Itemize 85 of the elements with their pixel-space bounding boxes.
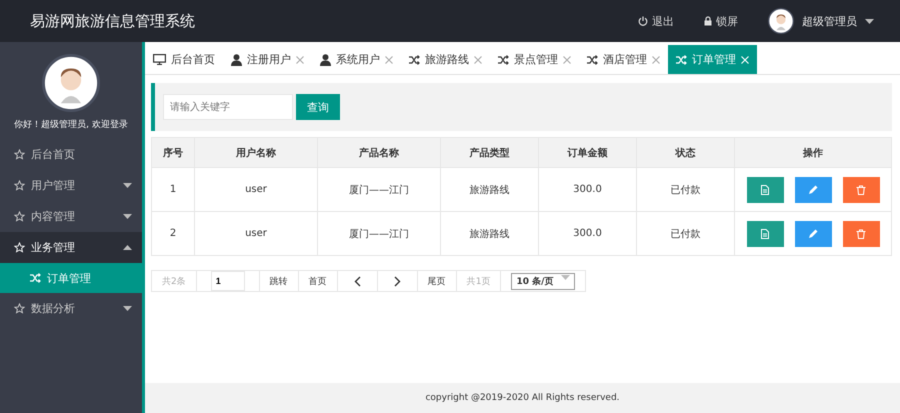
- star-icon: [14, 303, 25, 314]
- close-icon[interactable]: [296, 56, 304, 64]
- page-size-select[interactable]: 10 条/页: [511, 272, 576, 290]
- sidebar-item[interactable]: 业务管理: [0, 232, 142, 263]
- go-button[interactable]: 跳转: [258, 271, 299, 291]
- close-icon[interactable]: [385, 56, 393, 64]
- tab[interactable]: 订单管理: [668, 45, 757, 74]
- logout-link[interactable]: 退出: [638, 14, 674, 28]
- table-cell: 300.0: [538, 168, 636, 212]
- view-button[interactable]: [746, 176, 784, 202]
- chevron-left-icon: [354, 276, 361, 286]
- column-header: 订单金额: [538, 138, 636, 168]
- trash-icon: [856, 184, 866, 194]
- edit-button[interactable]: [794, 176, 832, 202]
- trash-icon: [856, 228, 866, 238]
- shuffle-icon: [409, 54, 420, 64]
- shuffle-icon: [676, 54, 687, 64]
- document-icon: [761, 184, 769, 194]
- power-icon: [638, 16, 648, 26]
- caret-icon: [123, 214, 132, 219]
- table-cell: 厦门——江门: [318, 212, 440, 256]
- tab[interactable]: 系统用户: [312, 45, 401, 74]
- table-cell: 已付款: [636, 168, 734, 212]
- column-header: 产品类型: [440, 138, 538, 168]
- column-header: 序号: [152, 138, 194, 168]
- table-cell: user: [194, 168, 318, 212]
- monitor-icon: [153, 54, 166, 65]
- table-cell: 2: [152, 212, 194, 256]
- table-cell: 旅游路线: [440, 212, 538, 256]
- column-header: 用户名称: [194, 138, 318, 168]
- close-icon[interactable]: [652, 56, 660, 64]
- tab[interactable]: 注册用户: [223, 45, 312, 74]
- sidebar-item[interactable]: 内容管理: [0, 201, 142, 232]
- edit-button[interactable]: [794, 220, 832, 246]
- search-button[interactable]: 查询: [296, 94, 340, 120]
- sidebar-item[interactable]: 后台首页: [0, 139, 142, 170]
- star-icon: [14, 149, 25, 160]
- column-header: 操作: [734, 138, 892, 168]
- document-icon: [761, 228, 769, 238]
- view-button[interactable]: [746, 220, 784, 246]
- table-cell: 厦门——江门: [318, 168, 440, 212]
- app-title: 易游网旅游信息管理系统: [30, 12, 196, 30]
- pencil-icon: [808, 228, 818, 238]
- sidebar-item[interactable]: 用户管理: [0, 170, 142, 201]
- table-cell: 已付款: [636, 212, 734, 256]
- star-icon: [14, 180, 25, 191]
- shuffle-icon: [587, 54, 598, 64]
- table-cell: user: [194, 212, 318, 256]
- user-icon: [320, 54, 331, 66]
- pencil-icon: [808, 184, 818, 194]
- user-menu[interactable]: 超级管理员: [802, 14, 857, 28]
- caret-icon: [123, 183, 132, 188]
- avatar-icon: [42, 54, 100, 112]
- star-icon: [14, 242, 25, 253]
- sidebar-item[interactable]: 数据分析: [0, 293, 142, 324]
- chevron-right-icon: [394, 276, 401, 286]
- keyword-field[interactable]: 请输入关键字: [163, 94, 293, 120]
- sidebar-subitem[interactable]: 订单管理: [0, 263, 142, 293]
- lock-icon: [704, 16, 712, 26]
- welcome-text: 你好！超级管理员, 欢迎登录: [14, 118, 128, 131]
- shuffle-icon: [30, 273, 41, 283]
- caret-icon: [865, 18, 874, 24]
- lock-screen-link[interactable]: 锁屏: [704, 14, 738, 28]
- caret-icon: [123, 306, 132, 311]
- footer-text: copyright @2019-2020 All Rights reserved.: [145, 383, 900, 413]
- user-icon: [231, 54, 242, 66]
- shuffle-icon: [498, 54, 509, 64]
- delete-button[interactable]: [842, 176, 880, 202]
- tab[interactable]: 旅游路线: [401, 45, 490, 74]
- tab[interactable]: 酒店管理: [579, 45, 668, 74]
- star-icon: [14, 211, 25, 222]
- page-field[interactable]: 1: [210, 271, 245, 291]
- column-header: 状态: [636, 138, 734, 168]
- table-cell: 1: [152, 168, 194, 212]
- close-icon[interactable]: [563, 56, 571, 64]
- tab[interactable]: 后台首页: [145, 45, 223, 74]
- column-header: 产品名称: [318, 138, 440, 168]
- tab[interactable]: 景点管理: [490, 45, 579, 74]
- close-icon[interactable]: [474, 56, 482, 64]
- table-cell: 300.0: [538, 212, 636, 256]
- delete-button[interactable]: [842, 220, 880, 246]
- caret-icon: [123, 245, 132, 250]
- avatar-icon: [768, 8, 794, 34]
- caret-icon: [561, 274, 570, 280]
- table-cell: 旅游路线: [440, 168, 538, 212]
